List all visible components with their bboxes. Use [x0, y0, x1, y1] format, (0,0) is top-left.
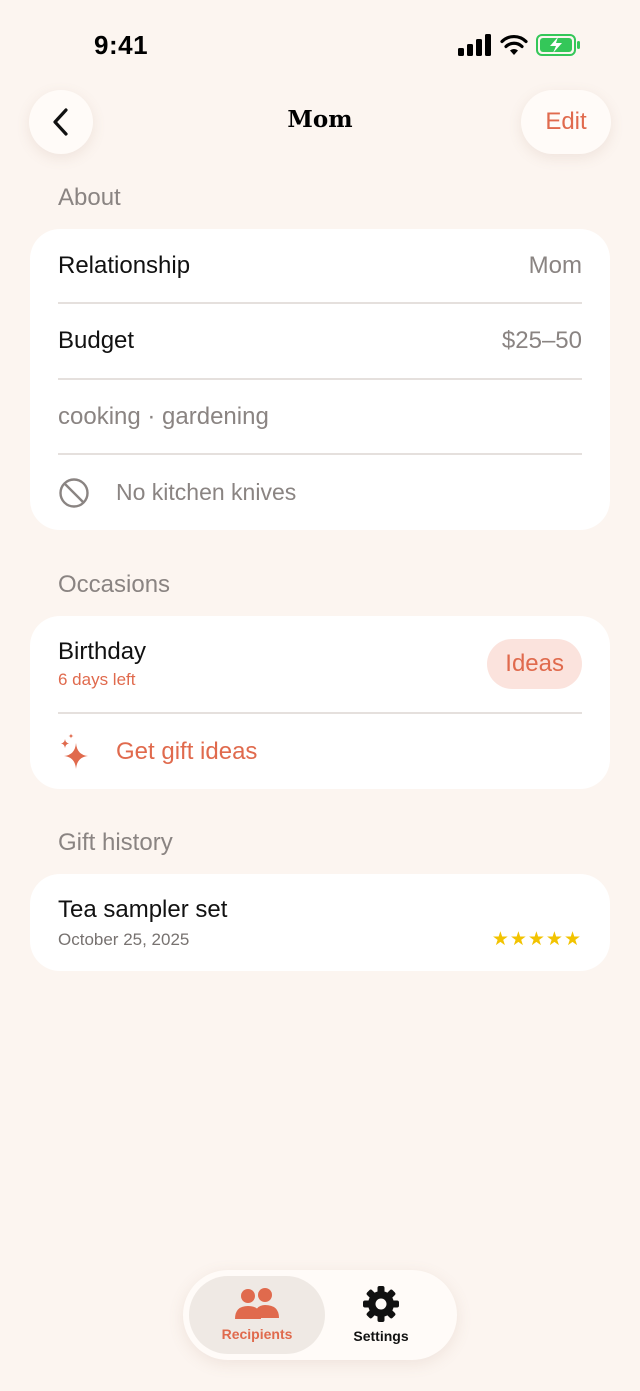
- occasion-row[interactable]: Birthday 6 days left Ideas: [58, 616, 582, 712]
- gift-history-item[interactable]: Tea sampler set October 25, 2025 ★★★★★: [58, 874, 582, 971]
- tab-settings-label: Settings: [353, 1328, 409, 1344]
- tab-recipients[interactable]: Recipients: [189, 1276, 325, 1354]
- gift-rating-stars: ★★★★★: [491, 929, 582, 950]
- restriction-text: No kitchen knives: [116, 479, 297, 505]
- budget-label: Budget: [58, 327, 135, 354]
- occasion-name: Birthday: [58, 638, 147, 665]
- gift-info: Tea sampler set October 25, 2025: [58, 896, 227, 950]
- people-icon: [235, 1288, 279, 1319]
- budget-value: $25–50: [501, 327, 582, 354]
- occasion-countdown: 6 days left: [58, 670, 136, 689]
- occasion-info: Birthday 6 days left: [58, 638, 146, 690]
- gift-date: October 25, 2025: [58, 929, 190, 949]
- tab-recipients-label: Recipients: [221, 1326, 293, 1342]
- gift-name: Tea sampler set: [58, 895, 228, 923]
- tab-bar: Recipients Settings: [183, 1270, 457, 1360]
- gift-history-heading: Gift history: [58, 829, 173, 856]
- tab-settings[interactable]: Settings: [319, 1276, 443, 1354]
- budget-row[interactable]: Budget $25–50: [58, 304, 582, 378]
- about-heading: About: [58, 184, 121, 211]
- occasions-heading: Occasions: [58, 571, 171, 598]
- about-card: Relationship Mom Budget $25–50 cooking ·…: [30, 229, 610, 530]
- prohibited-icon: [59, 477, 89, 508]
- wifi-icon: [500, 34, 528, 55]
- battery-charging-icon: [536, 34, 580, 56]
- cellular-signal-icon: [458, 34, 491, 56]
- restriction-row[interactable]: No kitchen knives: [58, 455, 582, 530]
- get-gift-ideas-button[interactable]: Get gift ideas: [58, 714, 582, 789]
- occasions-card: Birthday 6 days left Ideas Get gift idea…: [30, 616, 610, 789]
- interests-row[interactable]: cooking · gardening: [58, 380, 582, 454]
- sparkles-icon: [61, 733, 88, 769]
- relationship-row[interactable]: Relationship Mom: [58, 229, 582, 303]
- interests-text: cooking · gardening: [58, 403, 269, 430]
- relationship-value: Mom: [528, 252, 582, 279]
- status-bar: 9:41: [0, 0, 640, 94]
- get-gift-ideas-label: Get gift ideas: [116, 737, 258, 765]
- status-icons: [458, 34, 582, 56]
- status-time: 9:41: [94, 30, 149, 60]
- relationship-label: Relationship: [58, 252, 191, 279]
- gift-history-card: Tea sampler set October 25, 2025 ★★★★★: [30, 874, 610, 971]
- ideas-button[interactable]: Ideas: [487, 639, 582, 689]
- edit-button[interactable]: Edit: [521, 90, 611, 154]
- gear-icon: [363, 1286, 399, 1322]
